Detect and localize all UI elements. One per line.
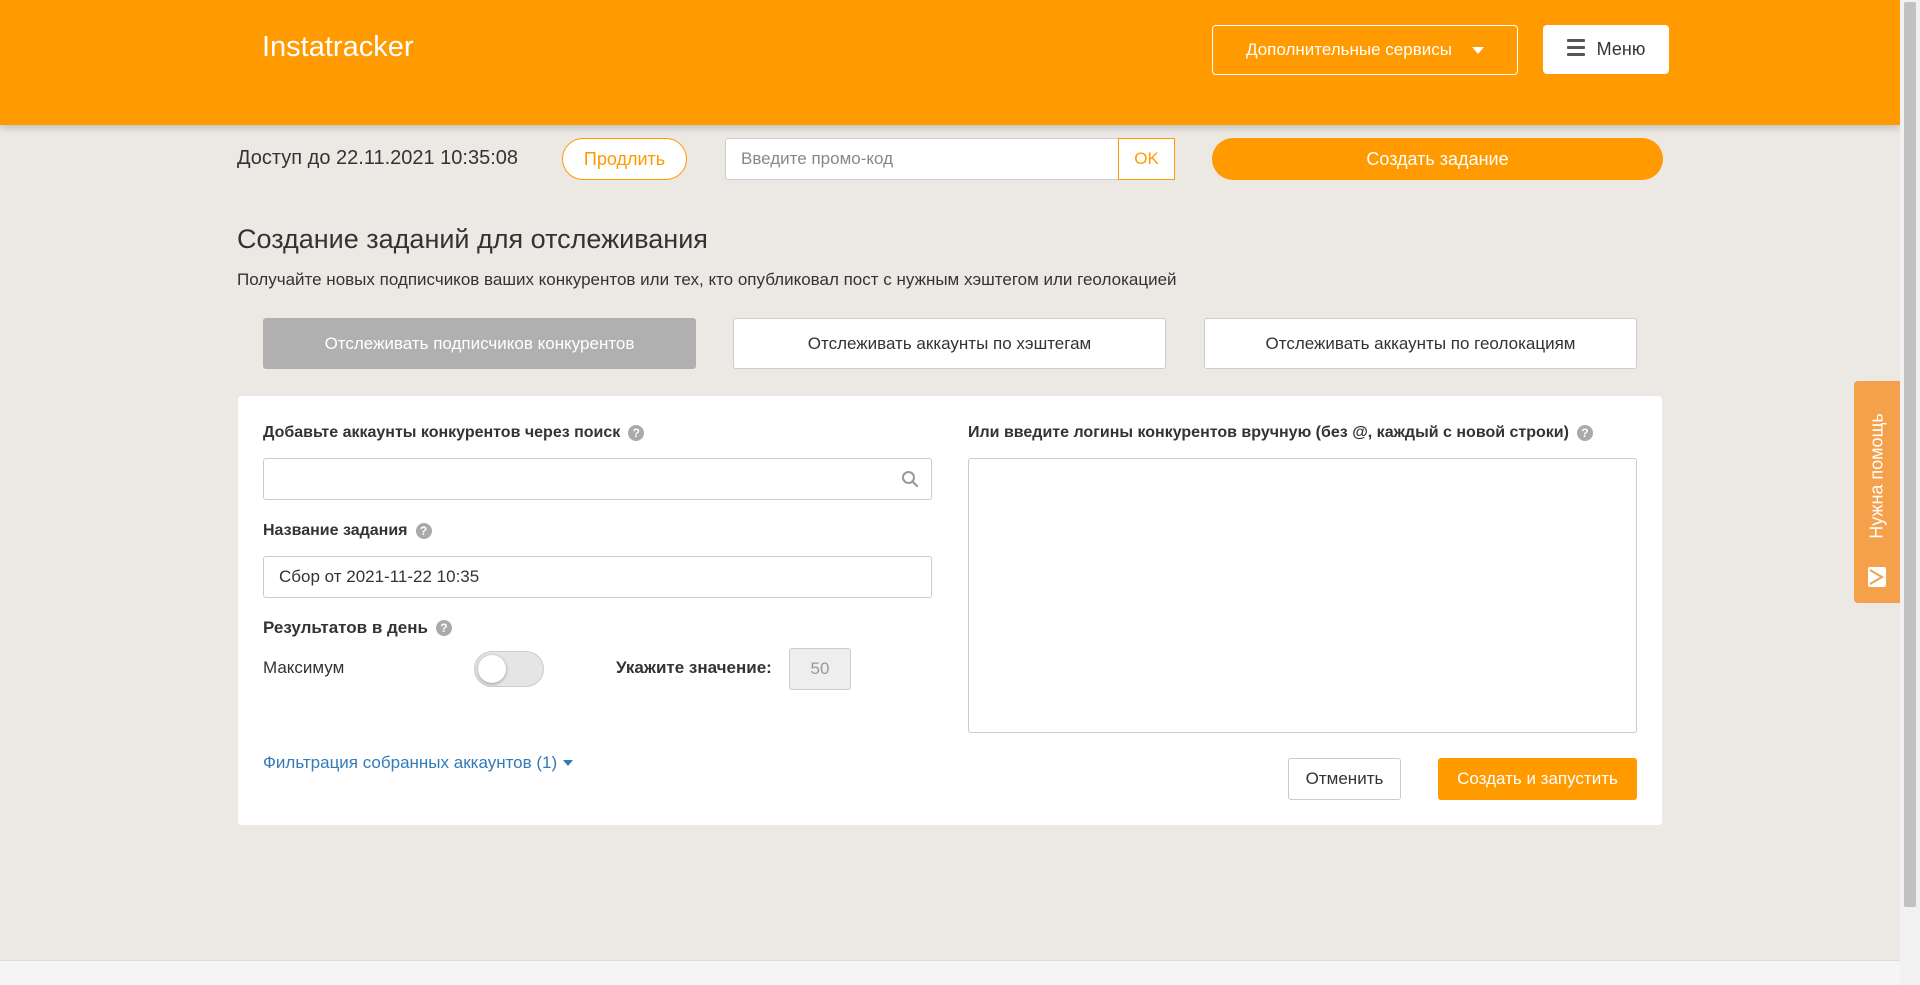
need-help-label: Нужна помощь	[1866, 413, 1887, 539]
results-value-input[interactable]: 50	[789, 648, 851, 690]
vertical-scrollbar[interactable]	[1900, 0, 1920, 985]
page-title: Создание заданий для отслеживания	[237, 224, 708, 254]
help-icon[interactable]: ?	[1576, 425, 1593, 441]
search-accounts-label-text: Добавьте аккаунты конкурентов через поис…	[263, 424, 621, 441]
filter-accounts-link-text: Фильтрация собранных аккаунтов (1)	[263, 753, 558, 772]
manual-logins-textarea[interactable]	[968, 458, 1637, 733]
task-name-label-text: Название задания	[263, 522, 408, 539]
manual-logins-label-text: Или введите логины конкурентов вручную (…	[968, 424, 1569, 441]
page-subtitle: Получайте новых подписчиков ваших конкур…	[237, 270, 1177, 289]
task-name-value: Сбор от 2021-11-22 10:35	[279, 567, 480, 586]
maximum-label: Максимум	[263, 658, 345, 677]
promo-code-input[interactable]	[726, 139, 1118, 179]
search-icon[interactable]	[901, 470, 919, 488]
task-form-card: Добавьте аккаунты конкурентов через поис…	[238, 396, 1662, 825]
menu-button[interactable]: Меню	[1543, 25, 1669, 74]
toggle-knob	[478, 655, 506, 683]
cancel-button[interactable]: Отменить	[1288, 758, 1401, 800]
hamburger-icon	[1566, 39, 1585, 56]
search-accounts-label: Добавьте аккаунты конкурентов через поис…	[263, 424, 645, 442]
value-label: Укажите значение:	[616, 658, 772, 677]
logo[interactable]: Instatracker	[262, 31, 414, 64]
tab-competitor-followers[interactable]: Отслеживать подписчиков конкурентов	[263, 318, 696, 369]
task-name-label: Название задания ?	[263, 522, 432, 540]
manual-logins-label: Или введите логины конкурентов вручную (…	[968, 424, 1593, 442]
create-and-run-button[interactable]: Создать и запустить	[1438, 758, 1637, 800]
scrollbar-thumb[interactable]	[1904, 2, 1916, 907]
bottom-bar	[0, 960, 1900, 985]
caret-down-icon	[1471, 46, 1484, 54]
results-per-day-label-text: Результатов в день	[263, 618, 428, 637]
help-icon[interactable]: ?	[628, 425, 645, 441]
need-help-tab[interactable]: Нужна помощь	[1854, 381, 1900, 603]
task-name-input[interactable]: Сбор от 2021-11-22 10:35	[263, 556, 932, 598]
create-task-button[interactable]: Создать задание	[1212, 138, 1663, 180]
help-icon[interactable]: ?	[435, 620, 452, 636]
menu-label: Меню	[1596, 39, 1646, 59]
access-expiry-text: Доступ до 22.11.2021 10:35:08	[237, 147, 519, 169]
help-icon[interactable]: ?	[415, 523, 432, 539]
mail-icon	[1868, 567, 1886, 587]
tab-geolocations[interactable]: Отслеживать аккаунты по геолокациям	[1204, 318, 1637, 369]
additional-services-dropdown[interactable]: Дополнительные сервисы	[1212, 25, 1518, 75]
caret-down-icon	[563, 760, 574, 766]
search-accounts-input[interactable]	[263, 458, 932, 500]
additional-services-label: Дополнительные сервисы	[1246, 40, 1452, 59]
promo-ok-button[interactable]: OK	[1118, 138, 1175, 180]
tab-hashtags[interactable]: Отслеживать аккаунты по хэштегам	[733, 318, 1166, 369]
maximum-toggle[interactable]	[474, 651, 544, 687]
promo-code-group: OK	[725, 138, 1175, 180]
results-per-day-label: Результатов в день ?	[263, 618, 452, 638]
header: Instatracker Дополнительные сервисы Меню	[0, 0, 1900, 125]
extend-button[interactable]: Продлить	[562, 138, 687, 180]
filter-accounts-link[interactable]: Фильтрация собранных аккаунтов (1)	[263, 753, 574, 773]
